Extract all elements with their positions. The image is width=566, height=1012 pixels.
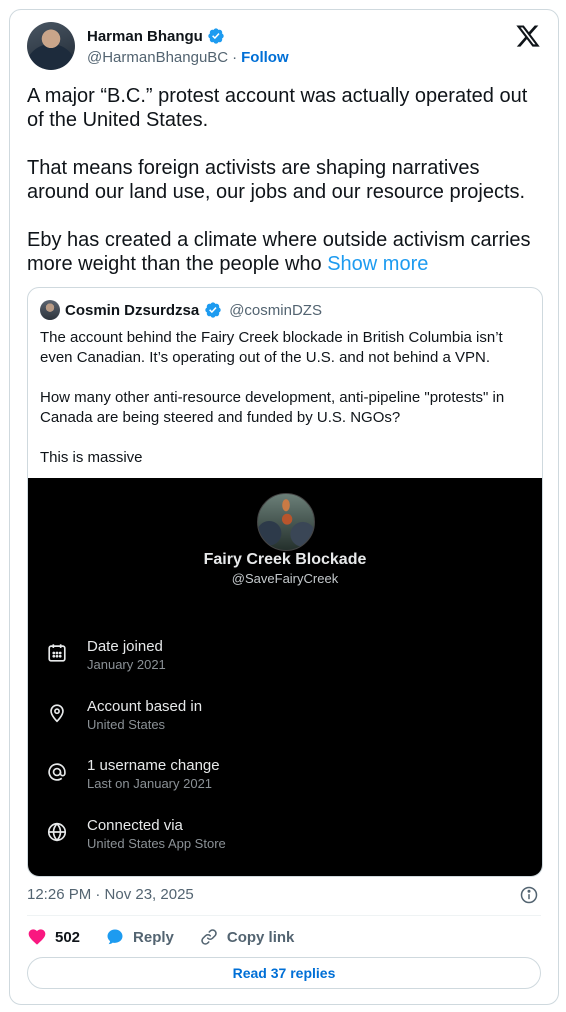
quoted-paragraph: The account behind the Fairy Creek block… <box>40 329 503 366</box>
follow-button[interactable]: Follow <box>241 49 289 66</box>
verified-badge-icon <box>205 302 221 318</box>
copy-link-label: Copy link <box>226 928 295 946</box>
read-replies-button[interactable]: Read 37 replies <box>27 957 541 989</box>
quoted-media-screenshot[interactable]: Fairy Creek Blockade @SaveFairyCreek Dat… <box>28 478 542 876</box>
calendar-icon <box>48 644 66 662</box>
info-subtitle: United States App Store <box>87 836 226 851</box>
tweet-header: Harman Bhangu @HarmanBhanguBC · Follow <box>27 22 541 72</box>
info-subtitle: January 2021 <box>87 657 166 672</box>
divider <box>27 915 541 916</box>
author-name-row: Harman Bhangu <box>87 27 225 45</box>
x-logo-icon[interactable] <box>515 23 541 49</box>
info-row-date-joined: Date joined January 2021 <box>28 634 542 678</box>
info-row-account-based: Account based in United States <box>28 694 542 738</box>
media-profile-handle: @SaveFairyCreek <box>231 571 339 586</box>
quoted-author-name: Cosmin Dzsurdzsa <box>65 301 200 319</box>
info-row-username-change: 1 username change Last on January 2021 <box>28 753 542 797</box>
show-more-link[interactable]: Show more <box>327 253 428 275</box>
media-profile-name: Fairy Creek Blockade <box>203 551 367 568</box>
info-title: Date joined <box>87 638 163 655</box>
reply-bubble-icon <box>107 929 123 945</box>
quoted-author-handle: @cosminDZS <box>229 301 322 319</box>
quoted-paragraph: This is massive <box>40 449 143 466</box>
tweet-paragraph-last: Eby has created a climate where outside … <box>27 228 547 276</box>
location-pin-icon <box>50 704 64 723</box>
info-title: 1 username change <box>87 757 220 774</box>
author-handle-row: @HarmanBhanguBC · Follow <box>87 49 289 66</box>
quoted-tweet-header: Cosmin Dzsurdzsa @cosminDZS <box>40 300 322 320</box>
info-title: Account based in <box>87 698 203 715</box>
verified-badge-icon <box>208 28 224 44</box>
tweet-timestamp[interactable]: 12:26 PM · Nov 23, 2025 <box>27 886 194 903</box>
info-title: Connected via <box>87 817 183 834</box>
link-icon <box>201 929 217 945</box>
quoted-tweet-text: The account behind the Fairy Creek block… <box>40 328 530 488</box>
tweet-paragraph-text: Eby has created a climate where outside … <box>27 229 531 275</box>
info-subtitle: Last on January 2021 <box>87 776 213 791</box>
tweet-actions: 502 Reply Copy link <box>27 927 319 947</box>
info-circle-icon[interactable] <box>519 885 539 905</box>
author-handle[interactable]: @HarmanBhanguBC <box>87 49 228 66</box>
like-count: 502 <box>55 928 81 946</box>
like-button[interactable]: 502 <box>27 927 80 947</box>
tweet-embed-card: Harman Bhangu @HarmanBhanguBC · Follow A… <box>9 9 559 1005</box>
author-avatar[interactable] <box>27 22 75 70</box>
quoted-author-avatar <box>40 300 60 320</box>
info-subtitle: United States <box>87 717 166 732</box>
quoted-paragraph: How many other anti-resource development… <box>40 389 505 426</box>
fairy-creek-profile-picture <box>257 493 315 551</box>
quoted-tweet[interactable]: Cosmin Dzsurdzsa @cosminDZS The account … <box>27 287 543 877</box>
tweet-text: A major “B.C.” protest account was actua… <box>27 84 547 276</box>
handle-separator: · <box>232 49 238 66</box>
globe-icon <box>47 822 67 842</box>
heart-icon <box>28 929 46 945</box>
tweet-paragraph: A major “B.C.” protest account was actua… <box>27 85 528 131</box>
reply-button[interactable]: Reply <box>105 927 174 947</box>
info-row-connected-via: Connected via United States App Store <box>28 813 542 857</box>
author-display-name[interactable]: Harman Bhangu <box>87 28 203 45</box>
tweet-paragraph: That means foreign activists are shaping… <box>27 157 526 203</box>
reply-label: Reply <box>133 928 174 946</box>
at-sign-icon <box>48 763 66 781</box>
copy-link-button[interactable]: Copy link <box>199 927 295 947</box>
